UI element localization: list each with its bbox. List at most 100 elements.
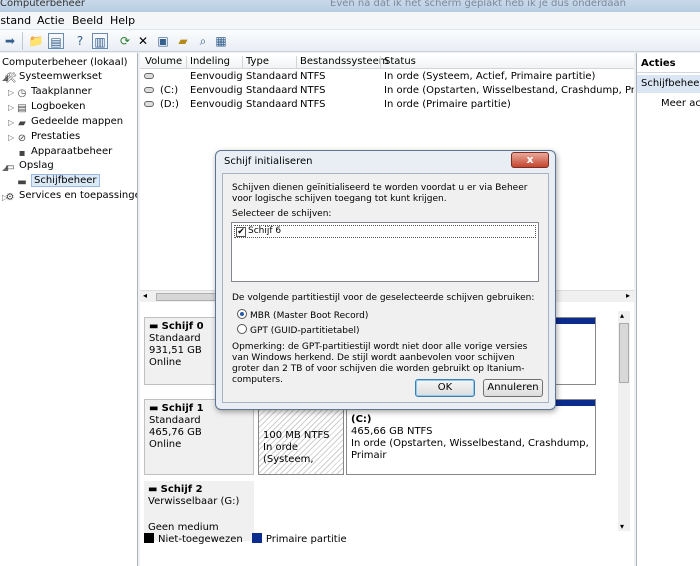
column-bestandssysteem[interactable]: Bestandssysteem bbox=[296, 56, 388, 69]
disk-list-item-label: Schijf 6 bbox=[248, 226, 282, 236]
volume-row[interactable]: (C:) Eenvoudig Standaard NTFS In orde (O… bbox=[140, 85, 634, 99]
tree-item-label: Gedeelde mappen bbox=[31, 116, 124, 127]
disk-1-label[interactable]: ▬ Schijf 1 Standaard 465,76 GB Online bbox=[144, 399, 254, 475]
back-icon[interactable]: ➡ bbox=[2, 33, 18, 49]
tree-item-gedeelde-mappen[interactable]: ▰ Gedeelde mappen bbox=[16, 116, 123, 130]
disk-name: Schijf 2 bbox=[160, 484, 203, 495]
tree-item-label: Taakplanner bbox=[31, 86, 92, 97]
cell-volume: (D:) bbox=[160, 99, 179, 110]
partition-status: In orde (Systeem, bbox=[263, 442, 314, 465]
tree-item-services[interactable]: ⚙ Services en toepassingen bbox=[4, 190, 137, 204]
c-drive-partition[interactable]: (C:) 465,66 GB NTFS In orde (Opstarten, … bbox=[346, 399, 596, 475]
help-icon[interactable]: ? bbox=[72, 33, 88, 49]
system-reserved-partition[interactable]: 100 MB NTFS In orde (Systeem, bbox=[258, 399, 344, 475]
more-actions-link[interactable]: Meer acties bbox=[661, 98, 700, 109]
partition-size: 100 MB NTFS bbox=[263, 430, 330, 441]
menu-bestand[interactable]: Bestand bbox=[0, 14, 31, 27]
tree-item-apparaatbeheer[interactable]: ▪ Apparaatbeheer bbox=[16, 146, 113, 160]
disk-list-item[interactable]: ✔ Schijf 6 bbox=[234, 225, 536, 238]
scroll-up-icon[interactable]: ▴ bbox=[620, 311, 624, 320]
menu-actie[interactable]: Actie bbox=[37, 14, 65, 27]
radio-unselected-icon[interactable] bbox=[237, 324, 247, 334]
disk-size: 465,76 GB bbox=[149, 427, 202, 438]
tree-item-prestaties[interactable]: ⊘ Prestaties bbox=[16, 131, 80, 145]
scroll-down-icon[interactable]: ▾ bbox=[620, 522, 624, 531]
disk-icon: ▬ bbox=[17, 177, 27, 188]
dialog-intro-text: Schijven dienen geïnitialiseerd te worde… bbox=[232, 183, 528, 204]
expand-arrow-icon[interactable]: ▷ bbox=[8, 88, 14, 97]
legend-swatch-primary bbox=[251, 533, 262, 543]
mbr-option[interactable]: MBR (Master Boot Record) bbox=[237, 309, 368, 322]
gpt-option[interactable]: GPT (GUID-partitietabel) bbox=[237, 324, 360, 337]
tree-item-label: Computerbeheer (lokaal) bbox=[2, 57, 128, 68]
tree-item-computerbeheer[interactable]: Computerbeheer (lokaal) bbox=[2, 57, 128, 71]
partition-label: (C:) bbox=[351, 414, 372, 425]
close-icon[interactable]: x bbox=[511, 152, 549, 168]
disk-listbox[interactable]: ✔ Schijf 6 bbox=[231, 222, 539, 282]
tree-item-schijfbeheer[interactable]: ▬ Schijfbeheer bbox=[16, 174, 100, 189]
partition-style-label: De volgende partitiestijl voor de gesele… bbox=[232, 293, 535, 303]
tree-item-logboeken[interactable]: ▤ Logboeken bbox=[16, 101, 85, 115]
disk-name: Schijf 0 bbox=[161, 321, 204, 332]
drive-icon bbox=[144, 71, 154, 82]
refresh-icon[interactable]: ⟳ bbox=[117, 33, 133, 49]
ok-button[interactable]: OK bbox=[415, 379, 475, 397]
export-icon[interactable]: ▦ bbox=[213, 33, 229, 49]
cell-indeling: Eenvoudig bbox=[190, 99, 243, 110]
volume-row[interactable]: (D:) Eenvoudig Standaard NTFS In orde (P… bbox=[140, 99, 634, 113]
disk-2-label[interactable]: ▬ Schijf 2 Verwisselbaar (G:) Geen mediu… bbox=[144, 481, 254, 541]
menu-beeld[interactable]: Beeld bbox=[72, 14, 103, 27]
menu-bar: Bestand Actie Beeld Help bbox=[0, 12, 700, 30]
search-icon[interactable]: ⌕ bbox=[195, 33, 211, 49]
open-folder-icon[interactable]: ▰ bbox=[175, 33, 191, 49]
cell-fs: NTFS bbox=[300, 71, 326, 82]
dialog-body: Schijven dienen geïnitialiseerd te worde… bbox=[222, 173, 549, 403]
tree-item-systeemwerkset[interactable]: 🛠 Systeemwerkset bbox=[4, 71, 102, 85]
cell-status: In orde (Primaire partitie) bbox=[384, 99, 511, 110]
radio-selected-icon[interactable] bbox=[237, 309, 247, 319]
volume-row[interactable]: Eenvoudig Standaard NTFS In orde (Systee… bbox=[140, 71, 634, 85]
initialize-disk-dialog: Schijf initialiseren x Schijven dienen g… bbox=[215, 150, 556, 410]
scroll-left-icon[interactable]: ◂ bbox=[143, 291, 147, 300]
partition-size: 465,66 GB NTFS bbox=[351, 426, 433, 437]
expand-arrow-icon[interactable]: ▷ bbox=[8, 118, 14, 127]
column-type[interactable]: Type bbox=[242, 56, 269, 69]
device-icon: ▪ bbox=[18, 148, 26, 159]
cell-fs: NTFS bbox=[300, 99, 326, 110]
checkbox-checked-icon[interactable]: ✔ bbox=[236, 227, 246, 237]
scroll-thumb[interactable] bbox=[619, 323, 629, 383]
cancel-button[interactable]: Annuleren bbox=[483, 379, 543, 397]
column-status[interactable]: Status bbox=[380, 56, 416, 69]
tree-item-taakplanner[interactable]: ◷ Taakplanner bbox=[16, 86, 92, 100]
shared-folder-icon: ▰ bbox=[18, 118, 26, 129]
vertical-scrollbar[interactable]: ▴ ▾ bbox=[618, 311, 630, 531]
column-indeling[interactable]: Indeling bbox=[186, 56, 230, 69]
cell-type: Standaard bbox=[246, 85, 298, 96]
show-hide-action-pane-icon[interactable]: ▥ bbox=[92, 33, 108, 49]
delete-icon[interactable]: ✕ bbox=[135, 33, 151, 49]
up-folder-icon[interactable]: 📁 bbox=[28, 33, 44, 49]
expand-arrow-icon[interactable]: ▷ bbox=[8, 103, 14, 112]
actions-header: Acties bbox=[637, 55, 700, 73]
toolbar: ➡ 📁 ▤ ? ▥ ⟳ ✕ ▣ ▰ ⌕ ▦ bbox=[0, 30, 700, 52]
drive-icon bbox=[144, 85, 154, 96]
column-volume[interactable]: Volume bbox=[142, 56, 182, 69]
expand-arrow-icon[interactable]: ▷ bbox=[8, 133, 14, 142]
clock-icon: ◷ bbox=[17, 88, 27, 99]
toolbar-separator bbox=[22, 32, 23, 50]
scroll-right-icon[interactable]: ▸ bbox=[626, 291, 630, 300]
mbr-option-label: MBR (Master Boot Record) bbox=[250, 311, 369, 321]
menu-help[interactable]: Help bbox=[110, 14, 135, 27]
properties-icon[interactable]: ▣ bbox=[155, 33, 171, 49]
tools-icon: 🛠 bbox=[4, 73, 17, 84]
tree-item-label: Prestaties bbox=[31, 131, 81, 142]
tree-item-opslag[interactable]: ▭ Opslag bbox=[4, 160, 53, 174]
cell-indeling: Eenvoudig bbox=[190, 85, 243, 96]
disk-name: Schijf 1 bbox=[161, 403, 204, 414]
actions-section-schijfbeheer[interactable]: Schijfbeheer bbox=[637, 75, 700, 93]
cell-volume: (C:) bbox=[160, 85, 179, 96]
title-bar: Computerbeheer Even na dat ik het scherm… bbox=[0, 0, 700, 12]
dialog-title: Schijf initialiseren bbox=[224, 156, 313, 167]
show-hide-console-tree-icon[interactable]: ▤ bbox=[48, 33, 64, 49]
storage-icon: ▭ bbox=[5, 162, 15, 173]
